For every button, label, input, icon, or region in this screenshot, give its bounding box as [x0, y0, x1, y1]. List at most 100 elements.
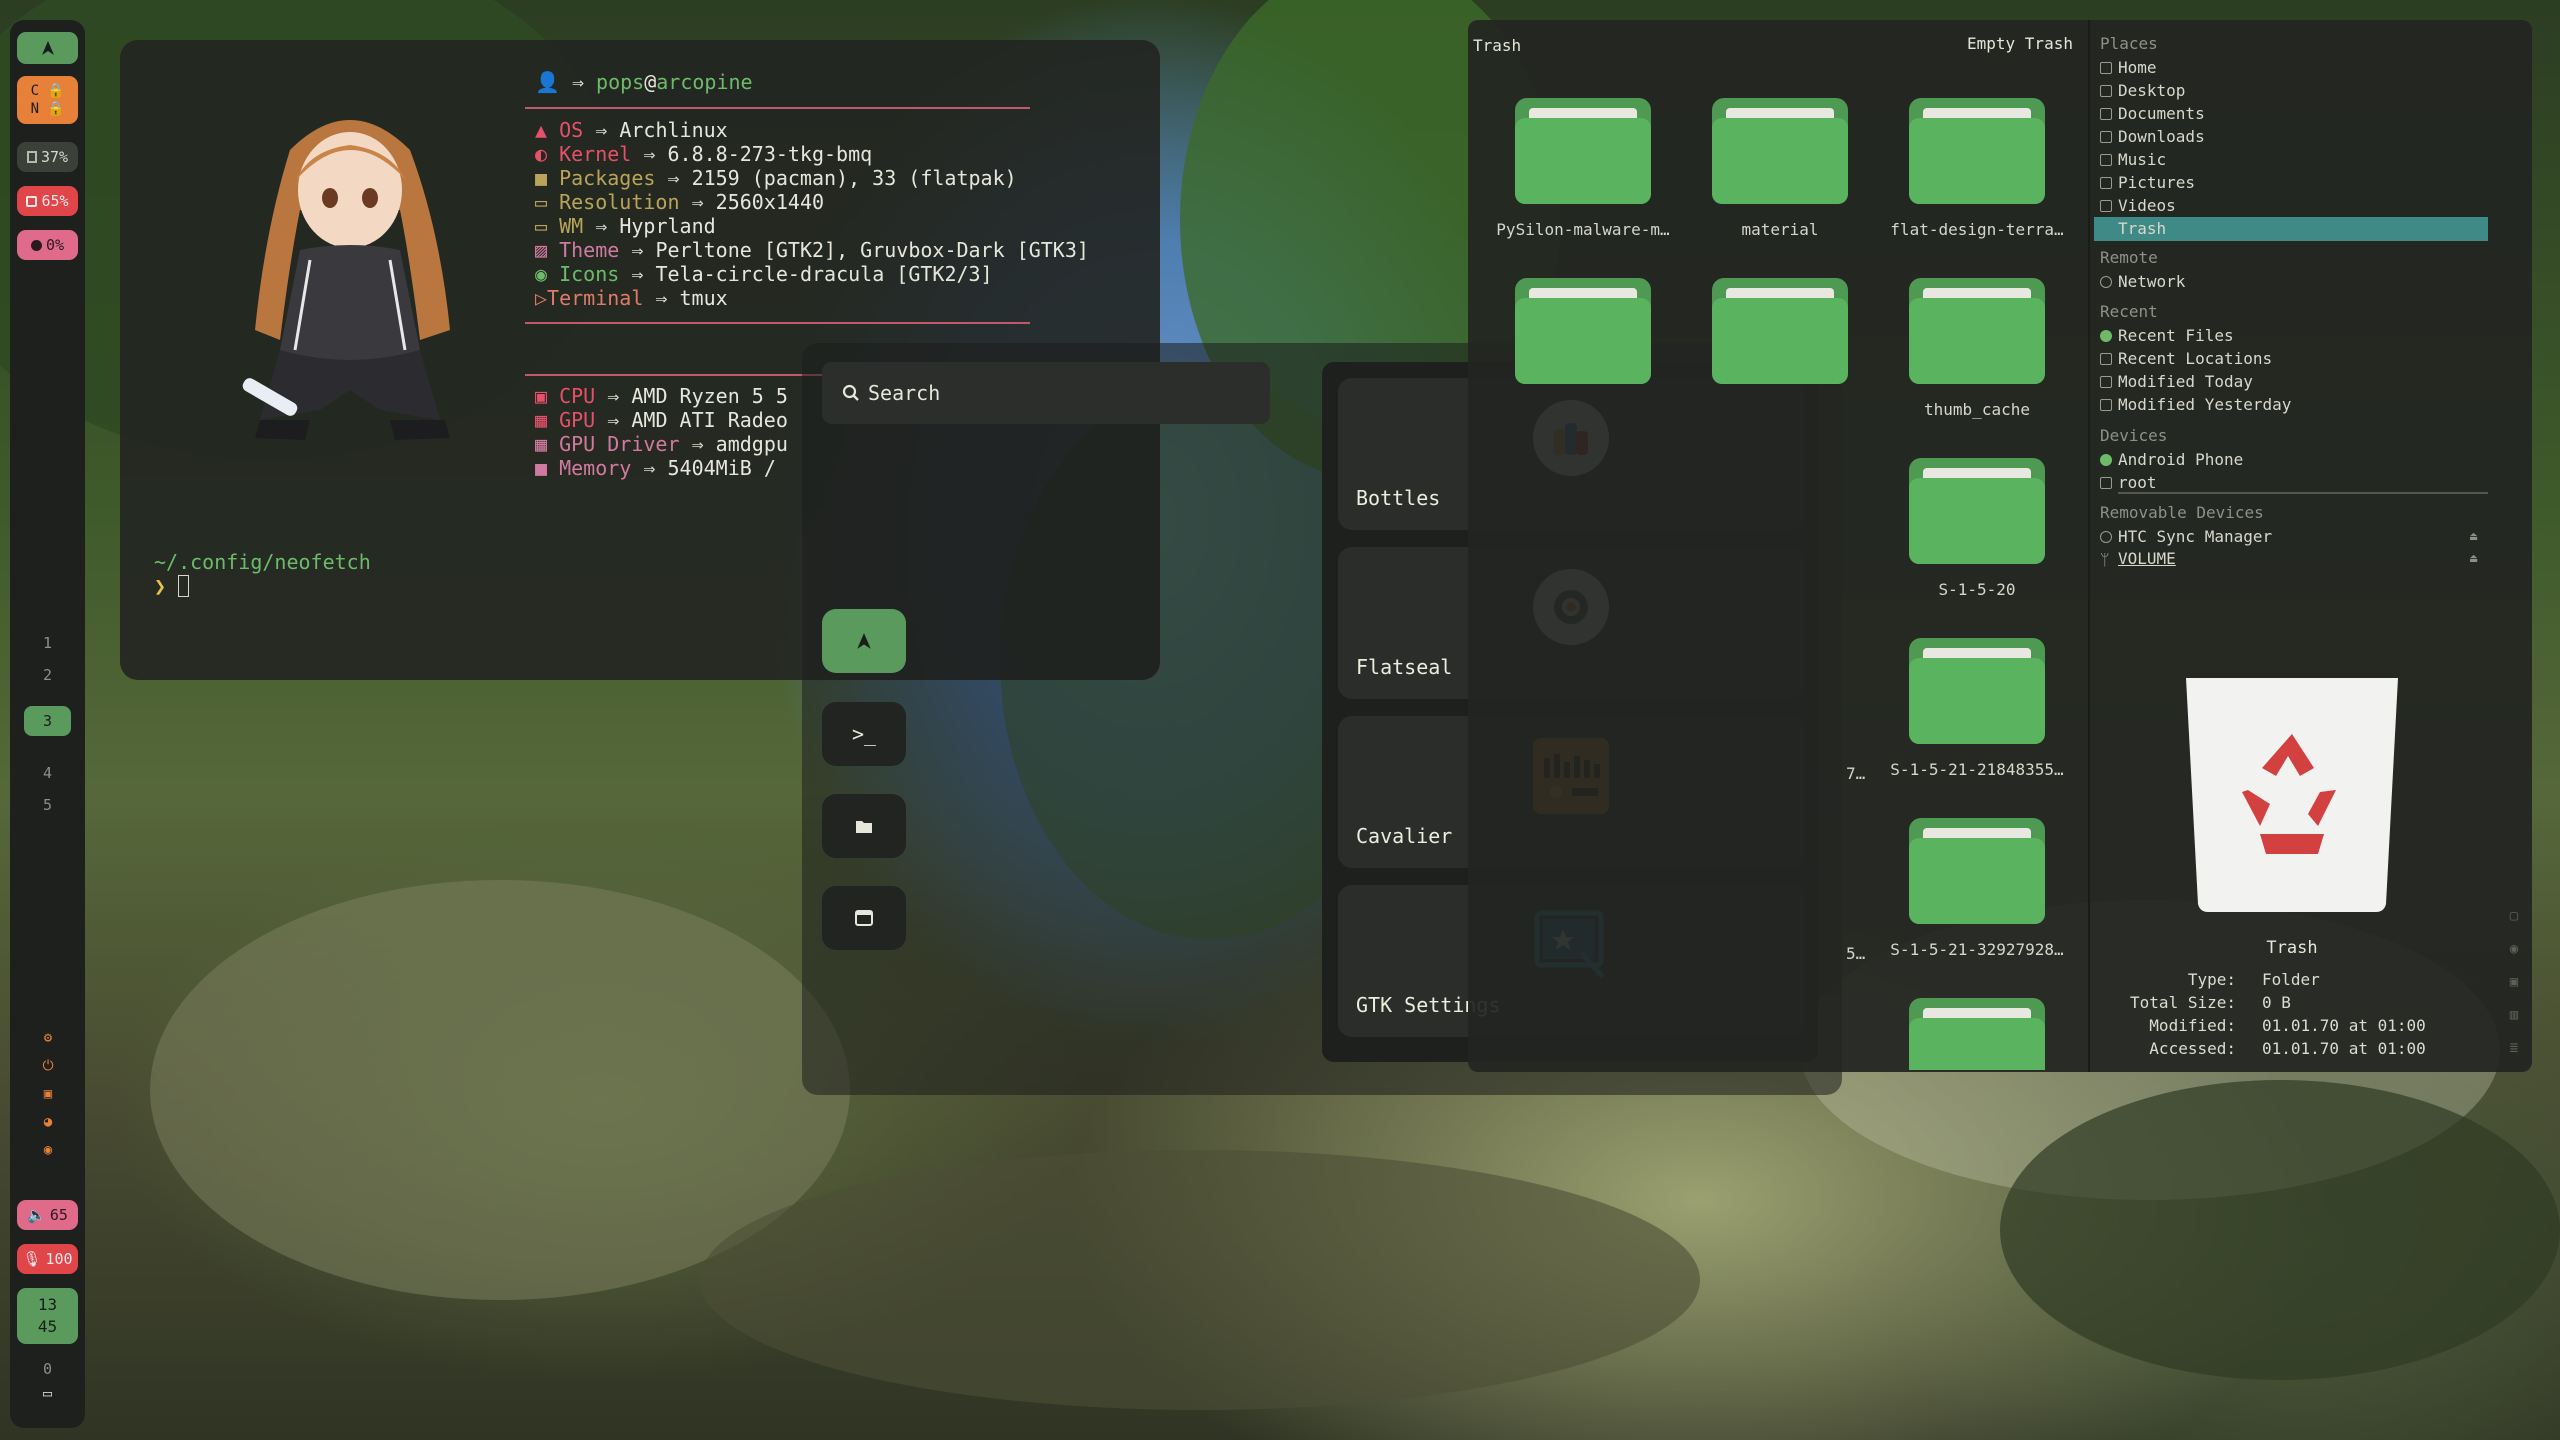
info-type-value: Folder — [2262, 970, 2320, 989]
sidebar-item-pictures[interactable]: Pictures — [2100, 173, 2195, 192]
sidebar-item-modified-yesterday[interactable]: Modified Yesterday — [2100, 395, 2291, 414]
host-name: arcopine — [656, 70, 753, 94]
microphone-value: 100 — [45, 1250, 73, 1268]
driver-icon: ▦ — [535, 432, 548, 456]
workspace-1[interactable]: 1 — [10, 634, 85, 652]
microphone-icon: 🎙 — [22, 1250, 42, 1268]
search-input[interactable]: Search — [822, 362, 1270, 424]
memory-usage-indicator[interactable]: 0% — [17, 230, 78, 260]
partial-file-name: 7… — [1846, 764, 1866, 783]
prompt-line[interactable]: ❯ — [154, 574, 190, 598]
eye-icon[interactable]: ◉ — [2504, 933, 2524, 966]
file-item[interactable]: S-1-5-21-32927928… — [1878, 818, 2076, 959]
sidebar-item-trash[interactable]: Trash — [2094, 217, 2488, 241]
power-icon[interactable]: ⏻ — [40, 1058, 56, 1074]
cursor — [178, 575, 190, 597]
clock-hours: 13 — [37, 1295, 58, 1314]
workspace-2[interactable]: 2 — [10, 666, 85, 684]
windows-button[interactable] — [822, 886, 906, 950]
file-item[interactable]: S-1-5-20 — [1878, 458, 2076, 599]
prompt-symbol: ❯ — [154, 574, 167, 598]
image-icon[interactable]: ▣ — [2504, 966, 2524, 999]
partial-file-name: 5… — [1846, 944, 1866, 963]
file-item[interactable]: PySilon-malware-m… — [1484, 98, 1682, 239]
icons-icon: ◉ — [535, 262, 548, 286]
cpu-icon — [26, 195, 38, 207]
user-icon: 👤 — [535, 70, 560, 94]
info-icon[interactable]: ▢ — [2504, 900, 2524, 933]
gpu-icon: ▦ — [535, 408, 548, 432]
recent-header: Recent — [2100, 302, 2158, 321]
files-button[interactable] — [822, 794, 906, 858]
arch-logo-icon — [41, 41, 54, 55]
info-gpu-driver: ▦ GPU Driver ⇒ amdgpu — [535, 432, 788, 456]
sidebar-item-network[interactable]: Network — [2100, 272, 2185, 291]
cpu-icon: ▣ — [535, 384, 548, 408]
sidebar-item-recent-locations[interactable]: Recent Locations — [2100, 349, 2272, 368]
current-directory: ~/.config/neofetch — [154, 550, 371, 574]
network-icon — [2100, 276, 2112, 288]
sidebar-item-downloads[interactable]: Downloads — [2100, 127, 2205, 146]
file-name: S-1-5-21-32927928… — [1890, 940, 2064, 959]
columns-icon[interactable]: ▥ — [2504, 999, 2524, 1032]
lock-icon: 🔒 — [47, 101, 65, 117]
info-modified-value: 01.01.70 at 01:00 — [2262, 1016, 2426, 1035]
memory-icon — [30, 239, 42, 251]
file-item[interactable]: thumb_cache — [1878, 278, 2076, 419]
gear-icon[interactable]: ⚙ — [40, 1030, 56, 1046]
divider — [525, 107, 1030, 109]
sidebar-item-documents[interactable]: Documents — [2100, 104, 2205, 123]
gpu-usage-indicator[interactable]: 37% — [17, 142, 78, 172]
file-item[interactable]: material — [1681, 98, 1879, 239]
list-icon[interactable]: ≣ — [2504, 1032, 2524, 1065]
info-size-value: 0 B — [2262, 993, 2291, 1012]
cpu-usage-indicator[interactable]: 65% — [17, 186, 78, 216]
eject-icon[interactable]: ⏏ — [2470, 529, 2477, 543]
eject-icon[interactable]: ⏏ — [2470, 551, 2477, 565]
file-item[interactable]: flat-design-terra… — [1878, 98, 2076, 239]
sidebar-item-home[interactable]: Home — [2100, 58, 2157, 77]
removable-header: Removable Devices — [2100, 503, 2264, 522]
info-accessed-value: 01.01.70 at 01:00 — [2262, 1039, 2426, 1058]
file-item[interactable]: S-1-5-21-21848355… — [1878, 638, 2076, 779]
record-icon[interactable]: ◉ — [40, 1142, 56, 1158]
notification-icon[interactable]: ▭ — [10, 1384, 85, 1402]
run-command-button[interactable]: >_ — [822, 702, 906, 766]
file-item[interactable] — [1878, 998, 2076, 1070]
file-item[interactable] — [1681, 278, 1879, 384]
sidebar-item-music[interactable]: Music — [2100, 150, 2166, 169]
keyboard-lock-indicator: C 🔒 N 🔒 — [17, 76, 78, 124]
info-terminal: ▷Terminal ⇒ tmux — [535, 286, 728, 310]
workspace-4[interactable]: 4 — [10, 764, 85, 782]
sidebar-item-recent-files[interactable]: Recent Files — [2100, 326, 2234, 345]
user-name: pops — [596, 70, 645, 94]
info-memory: ■ Memory ⇒ 5404MiB / — [535, 456, 776, 480]
window-icon: ▭ — [535, 214, 548, 238]
palette-icon[interactable]: ◕ — [40, 1114, 56, 1130]
videos-icon — [2100, 200, 2112, 212]
lock-icon: 🔒 — [47, 83, 65, 99]
sidebar-item-modified-today[interactable]: Modified Today — [2100, 372, 2253, 391]
app-launcher-button[interactable] — [17, 32, 78, 64]
downloads-icon — [2100, 131, 2112, 143]
empty-trash-button[interactable]: Empty Trash — [1967, 34, 2073, 53]
workspace-5[interactable]: 5 — [10, 796, 85, 814]
sidebar-item-videos[interactable]: Videos — [2100, 196, 2176, 215]
disc-icon — [2100, 531, 2112, 543]
sidebar-item-root[interactable]: root — [2100, 473, 2157, 492]
sidebar-item-htc-sync-manager[interactable]: HTC Sync Manager — [2100, 527, 2272, 546]
pictures-icon — [2100, 177, 2112, 189]
sidebar-item-volume[interactable]: ᛘ VOLUME — [2100, 549, 2176, 569]
all-apps-button[interactable] — [822, 609, 906, 673]
sidebar-item-android-phone[interactable]: Android Phone — [2100, 450, 2243, 469]
file-item[interactable] — [1484, 278, 1682, 384]
volume-indicator[interactable]: 🔈 65 — [17, 1200, 78, 1230]
workspace-3[interactable]: 3 — [24, 706, 71, 736]
search-placeholder: Search — [868, 381, 941, 405]
folder-icon — [1515, 98, 1651, 204]
microphone-indicator[interactable]: 🎙 100 — [17, 1244, 78, 1274]
package-icon: ■ — [535, 166, 548, 190]
screenshot-icon[interactable]: ▣ — [40, 1086, 56, 1102]
clock[interactable]: 13 45 — [17, 1288, 78, 1344]
sidebar-item-desktop[interactable]: Desktop — [2100, 81, 2185, 100]
